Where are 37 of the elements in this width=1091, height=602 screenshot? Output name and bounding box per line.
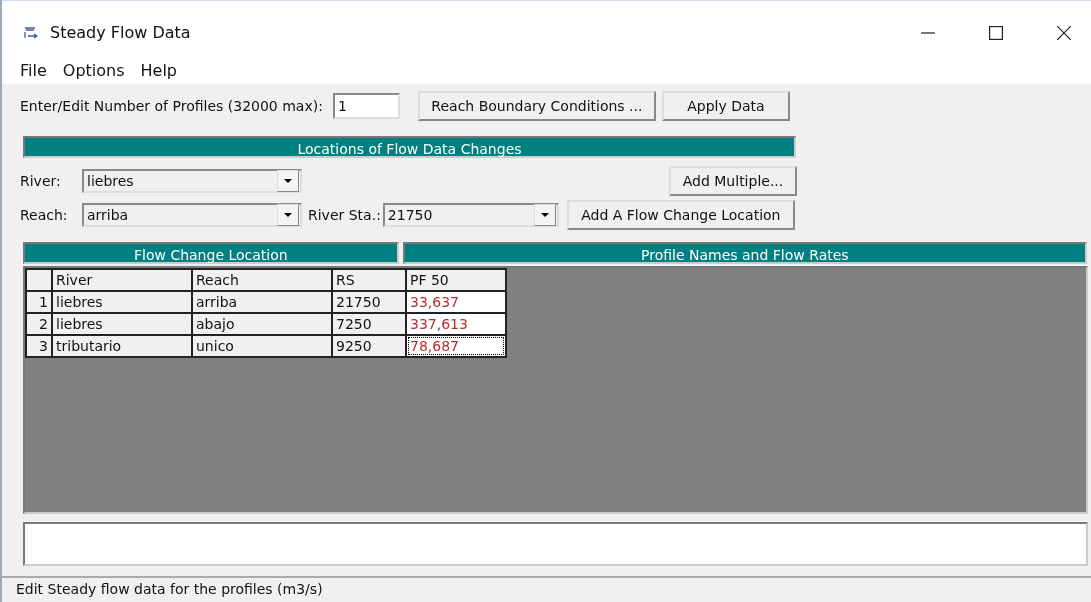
column-header[interactable]: PF 50	[406, 269, 506, 291]
action-button[interactable]: Apply Data	[661, 91, 790, 121]
table-cell: tributario	[52, 335, 192, 357]
profiles-input[interactable]: 1	[332, 93, 400, 119]
section-header: Flow Change Location	[23, 242, 399, 264]
column-header[interactable]: River	[52, 269, 192, 291]
river-dropdown[interactable]: liebres	[82, 169, 302, 193]
menu-item[interactable]: Options	[62, 60, 125, 80]
add-location-button[interactable]: Add A Flow Change Location	[566, 200, 795, 230]
reach-label: Reach:	[20, 207, 69, 223]
column-header[interactable]: Reach	[192, 269, 332, 291]
profiles-label: Enter/Edit Number of Profiles (32000 max):	[20, 98, 323, 114]
table-cell: abajo	[192, 313, 332, 335]
status-bar: Edit Steady flow data for the profiles (m3/s)	[2, 576, 1091, 602]
table-cell: unico	[192, 335, 332, 357]
table-cell: liebres	[52, 291, 192, 313]
column-header[interactable]: RS	[332, 269, 406, 291]
section-header: Profile Names and Flow Rates	[402, 242, 1087, 264]
flow-icon	[22, 25, 40, 40]
close-icon[interactable]	[1057, 25, 1071, 40]
menu-item[interactable]: Help	[140, 60, 177, 80]
table-cell: liebres	[52, 313, 192, 335]
row-number[interactable]: 1	[26, 291, 52, 313]
river-label: River:	[20, 173, 62, 189]
river-station-label: River Sta.:	[308, 207, 381, 223]
section-header: Locations of Flow Data Changes	[23, 136, 796, 158]
action-button[interactable]: Reach Boundary Conditions ...	[417, 91, 656, 121]
river-station-dropdown[interactable]: 21750	[382, 203, 559, 227]
row-number[interactable]: 3	[26, 335, 52, 357]
add-multiple-button[interactable]: Add Multiple...	[669, 166, 797, 196]
table-cell: arriba	[192, 291, 332, 313]
menu-item[interactable]: File	[20, 60, 47, 80]
maximize-icon[interactable]	[989, 25, 1003, 40]
window-title: Steady Flow Data	[50, 23, 191, 42]
row-number[interactable]: 2	[26, 313, 52, 335]
corner-cell	[26, 269, 52, 291]
reach-dropdown[interactable]: arriba	[82, 203, 302, 227]
